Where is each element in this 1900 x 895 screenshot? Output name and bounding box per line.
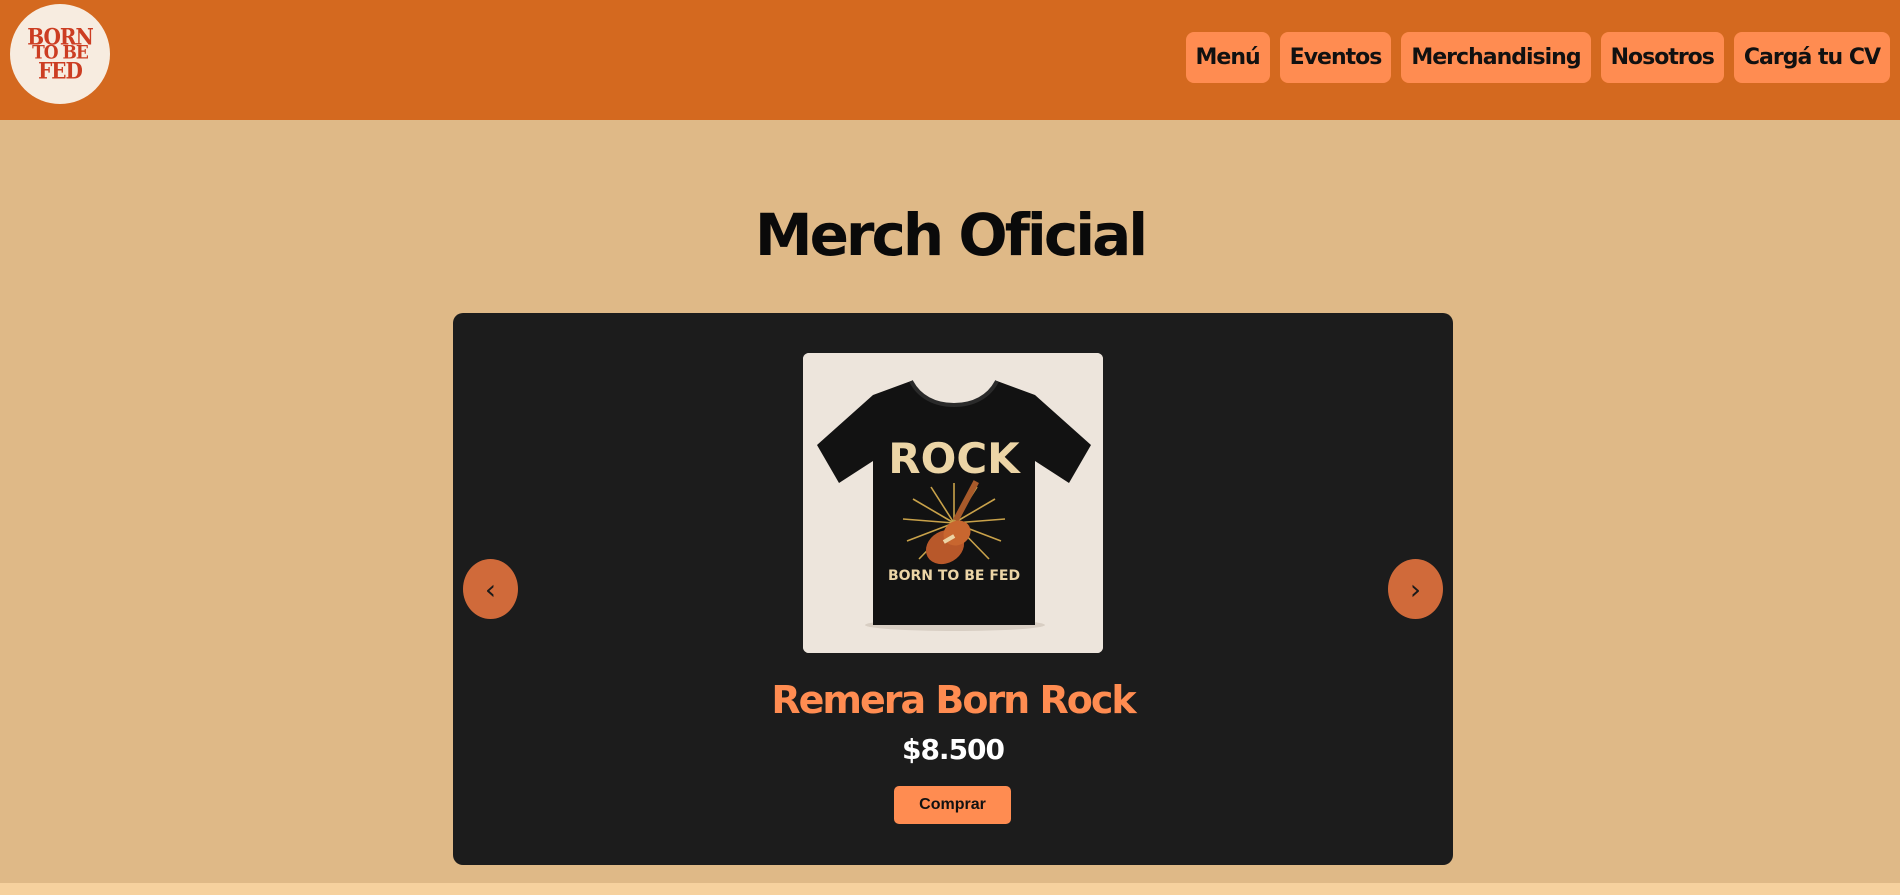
shirt-print-subtitle: BORN TO BE FED [888, 568, 1020, 584]
product-price: $8.500 [901, 733, 1005, 766]
carousel-prev-button[interactable]: ‹ [463, 559, 518, 619]
nav-item-carga-tu-cv[interactable]: Cargá tu CV [1733, 32, 1890, 83]
page-title: Merch Oficial [754, 201, 1148, 269]
nav-item-merchandising[interactable]: Merchandising [1401, 32, 1591, 83]
nav-item-nosotros[interactable]: Nosotros [1600, 32, 1724, 83]
nav-item-eventos[interactable]: Eventos [1279, 32, 1392, 83]
main-nav: Menú Eventos Merchandising Nosotros Carg… [1185, 32, 1890, 83]
shirt-print-title: ROCK [888, 434, 1021, 483]
carousel-next-button[interactable]: › [1388, 559, 1443, 619]
buy-button[interactable]: Comprar [894, 786, 1011, 824]
chevron-right-icon: › [1409, 572, 1422, 606]
product-image: ROCK BORN TO BE FED [803, 353, 1103, 653]
chevron-left-icon: ‹ [484, 572, 497, 606]
born-to-be-fed-logo[interactable]: BORN TO BE FED [10, 4, 110, 104]
merch-carousel: ‹ ROCK BORN TO BE FED Remera Born Rock $… [453, 313, 1453, 865]
site-header: BORN TO BE FED Menú Eventos Merchandisin… [0, 0, 1900, 120]
footer-strip [0, 883, 1900, 895]
logo-line-3: FED [38, 57, 83, 84]
tshirt-image: ROCK BORN TO BE FED [803, 353, 1103, 653]
nav-item-menu[interactable]: Menú [1185, 32, 1270, 83]
product-name: Remera Born Rock [771, 678, 1136, 722]
